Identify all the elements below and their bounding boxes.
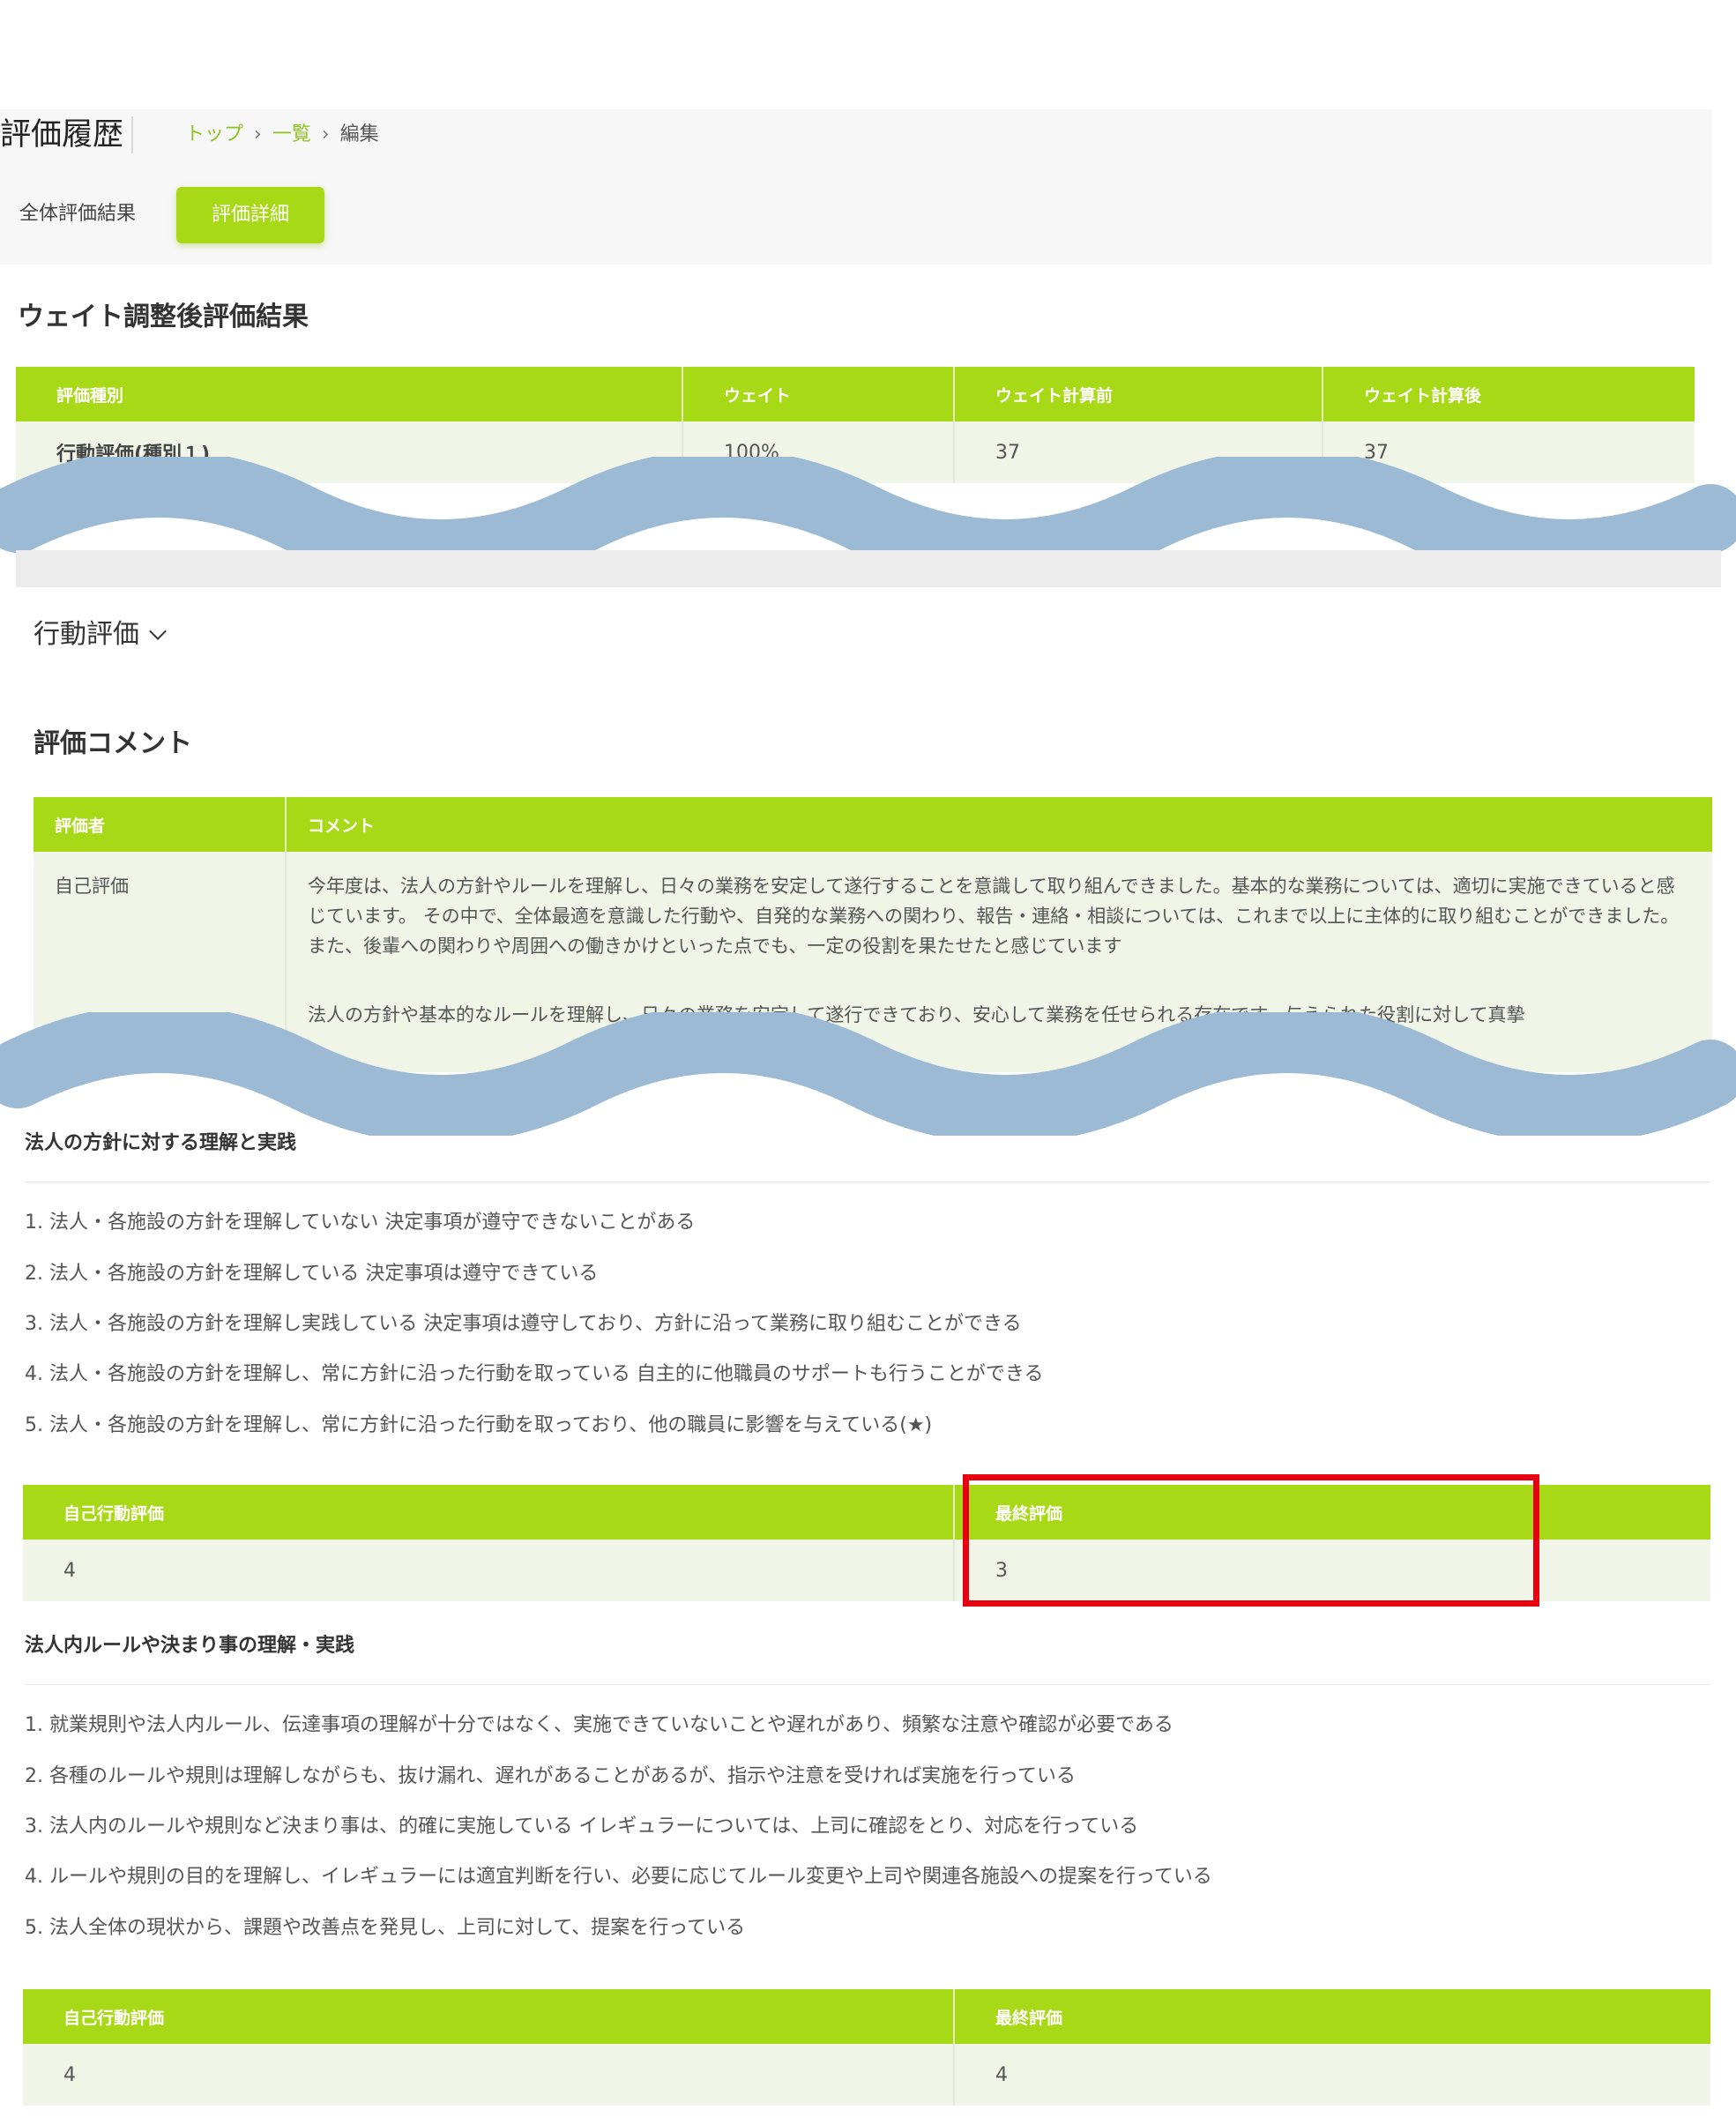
criterion-score-table: 自己行動評価 最終評価 4 4 xyxy=(23,1989,1710,2106)
page-title: 評価履歴 xyxy=(0,117,124,153)
column-header: ウェイト計算後 xyxy=(1322,367,1695,421)
final-score-cell: 4 xyxy=(954,2044,1710,2106)
criterion-level: 2. 各種のルールや規則は理解しながらも、抜け漏れ、遅れがあることがあるが、指示… xyxy=(25,1765,1077,1787)
column-header: 評価種別 xyxy=(16,367,683,421)
criterion-level: 2. 法人・各施設の方針を理解している 決定事項は遵守できている xyxy=(25,1263,599,1285)
column-header: 自己行動評価 xyxy=(23,1485,955,1540)
chevron-right-icon: › xyxy=(254,123,262,145)
evaluator-cell: 自己評価 xyxy=(34,852,287,980)
table-header-row: 評価者 コメント xyxy=(34,797,1712,852)
table-header-row: 評価種別 ウェイト ウェイト計算前 ウェイト計算後 xyxy=(16,367,1695,421)
column-header: 最終評価 xyxy=(954,1989,1710,2044)
criterion-level: 4. 法人・各施設の方針を理解し、常に方針に沿った行動を取っている 自主的に他職… xyxy=(25,1363,1044,1385)
comment-cell: 今年度は、法人の方針やルールを理解し、日々の業務を安定して遂行することを意識して… xyxy=(286,852,1712,980)
column-header: 自己行動評価 xyxy=(23,1989,955,2044)
criterion-level: 5. 法人全体の現状から、課題や改善点を発見し、上司に対して、提案を行っている xyxy=(25,1917,746,1939)
behavior-evaluation-accordion[interactable]: 行動評価 xyxy=(34,617,167,652)
self-score-cell: 4 xyxy=(23,1540,955,1601)
chevron-down-icon xyxy=(149,623,167,640)
comment-section-title: 評価コメント xyxy=(34,728,192,759)
criterion-level: 1. 法人・各施設の方針を理解していない 決定事項が遵守できないことがある xyxy=(25,1212,696,1234)
criterion-level: 3. 法人・各施設の方針を理解し実践している 決定事項は遵守しており、方針に沿っ… xyxy=(25,1313,1022,1335)
column-header: 評価者 xyxy=(34,797,287,852)
table-row: 自己評価 今年度は、法人の方針やルールを理解し、日々の業務を安定して遂行すること… xyxy=(34,852,1712,980)
tab-evaluation-detail[interactable]: 評価詳細 xyxy=(176,187,324,243)
highlight-box xyxy=(963,1474,1539,1607)
criterion-title: 法人内ルールや決まり事の理解・実践 xyxy=(25,1635,355,1657)
criterion-level: 4. ルールや規則の目的を理解し、イレギュラーには適宜判断を行い、必要に応じてル… xyxy=(25,1866,1212,1888)
breadcrumb: トップ › 一覧 › 編集 xyxy=(185,122,379,148)
criterion-level: 5. 法人・各施設の方針を理解し、常に方針に沿った行動を取っており、他の職員に影… xyxy=(25,1414,933,1436)
tab-overall-result[interactable]: 全体評価結果 xyxy=(19,201,136,227)
criterion-level: 1. 就業規則や法人内ルール、伝達事項の理解が十分ではなく、実施できていないこと… xyxy=(25,1714,1173,1736)
omission-wave-graphic xyxy=(0,1012,1736,1136)
column-header: コメント xyxy=(286,797,1712,852)
criterion-title: 法人の方針に対する理解と実践 xyxy=(25,1132,297,1154)
accordion-label: 行動評価 xyxy=(34,619,139,650)
chevron-right-icon: › xyxy=(321,123,330,145)
breadcrumb-current: 編集 xyxy=(339,123,379,145)
criterion-level: 3. 法人内のルールや規則など決まり事は、的確に実施している イレギュラーについ… xyxy=(25,1816,1139,1838)
weight-section-title: ウェイト調整後評価結果 xyxy=(18,302,309,332)
section-divider-strip xyxy=(16,550,1721,587)
breadcrumb-top-link[interactable]: トップ xyxy=(185,123,243,145)
self-score-cell: 4 xyxy=(23,2044,955,2106)
breadcrumb-list-link[interactable]: 一覧 xyxy=(272,123,311,145)
column-header: ウェイト計算前 xyxy=(954,367,1323,421)
column-header: ウェイト xyxy=(682,367,955,421)
criterion-divider xyxy=(25,1684,1710,1685)
table-header-row: 自己行動評価 最終評価 xyxy=(23,1989,1710,2044)
title-divider xyxy=(131,116,133,153)
table-row: 4 4 xyxy=(23,2044,1710,2106)
